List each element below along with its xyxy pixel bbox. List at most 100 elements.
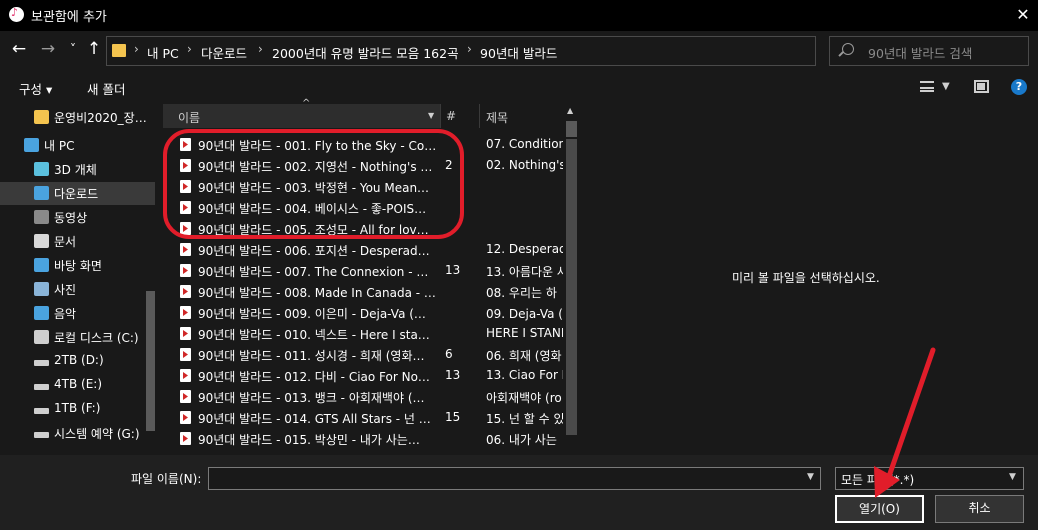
column-filter-icon[interactable]: ▼: [428, 111, 434, 120]
scroll-up-icon[interactable]: ▲: [567, 106, 573, 115]
media-file-icon: [180, 411, 191, 424]
file-row[interactable]: 90년대 발라드 - 014. GTS All Stars - 넌 … 15 15.…: [160, 407, 564, 428]
sidebar-item-label: 바탕 화면: [54, 259, 102, 273]
drive-icon: [34, 408, 49, 414]
breadcrumb-ballad-collection[interactable]: 2000년대 유명 발라드 모음 162곡: [272, 43, 459, 62]
cube-icon: [34, 162, 49, 176]
file-type-dropdown-icon[interactable]: ▼: [1009, 472, 1016, 482]
sidebar-item[interactable]: 3D 개체: [0, 158, 155, 181]
sidebar-item-label: 3D 개체: [54, 163, 97, 177]
media-file-icon: [180, 390, 191, 403]
column-header-number[interactable]: #: [441, 104, 479, 128]
sidebar-item[interactable]: 2TB (D:): [0, 350, 155, 373]
file-row[interactable]: 90년대 발라드 - 013. 뱅크 - 아회재백야 (… 아회재백야 (ro: [160, 386, 564, 407]
breadcrumb-this-pc[interactable]: 내 PC: [147, 43, 179, 62]
file-name: 90년대 발라드 - 014. GTS All Stars - 넌 …: [198, 412, 431, 426]
sidebar-item[interactable]: 시스템 예약 (G:): [0, 422, 155, 445]
arrow-annotation: [874, 347, 936, 498]
search-placeholder[interactable]: 90년대 발라드 검색: [868, 43, 972, 62]
new-folder-button[interactable]: 새 폴더: [87, 79, 125, 98]
file-row[interactable]: 90년대 발라드 - 015. 박상민 - 내가 사는… 06. 내가 사는: [160, 428, 564, 449]
close-button[interactable]: ✕: [1008, 3, 1038, 28]
sidebar-item[interactable]: 바탕 화면: [0, 254, 155, 277]
sidebar-item-label: 내 PC: [44, 139, 75, 153]
file-row[interactable]: 90년대 발라드 - 009. 이은미 - Deja-Va (… 09. Deja…: [160, 302, 564, 323]
file-name: 90년대 발라드 - 013. 뱅크 - 아회재백야 (…: [198, 391, 425, 405]
media-file-icon: [180, 243, 191, 256]
sidebar-item[interactable]: 음악: [0, 302, 155, 325]
breadcrumb-downloads[interactable]: 다운로드: [201, 43, 247, 62]
filename-input[interactable]: ▼: [208, 467, 821, 490]
preview-pane-icon[interactable]: [974, 80, 989, 93]
sidebar-item[interactable]: 동영상: [0, 206, 155, 229]
media-file-icon: [180, 327, 191, 340]
file-row[interactable]: 90년대 발라드 - 011. 성시경 - 희재 (영화… 6 06. 희재 (영화: [160, 344, 564, 365]
sidebar-item[interactable]: 내 PC: [0, 134, 155, 157]
media-file-icon: [180, 306, 191, 319]
track-number: 13: [445, 368, 461, 382]
back-button[interactable]: ←: [9, 39, 29, 59]
sidebar-item[interactable]: 로컬 디스크 (C:): [0, 326, 155, 349]
file-row[interactable]: 90년대 발라드 - 008. Made In Canada - … 08. 우리…: [160, 281, 564, 302]
drive-icon: [34, 384, 49, 390]
sidebar-item-label: 음악: [54, 307, 77, 321]
file-row[interactable]: 90년대 발라드 - 007. The Connexion - … 13 13. 아…: [160, 260, 564, 281]
file-row[interactable]: 90년대 발라드 - 010. 넥스트 - Here I sta… HERE I …: [160, 323, 564, 344]
forward-button[interactable]: →: [38, 39, 58, 59]
sidebar-item-label: 동영상: [54, 211, 88, 225]
recent-locations-button[interactable]: ˅: [63, 39, 83, 59]
music-icon: [34, 306, 49, 320]
file-name: 90년대 발라드 - 015. 박상민 - 내가 사는…: [198, 433, 420, 447]
sidebar-item[interactable]: 1TB (F:): [0, 398, 155, 421]
preview-pane: 미리 볼 파일을 선택하십시오.: [580, 103, 1038, 455]
track-title: 06. 내가 사는: [486, 433, 557, 447]
breadcrumb-separator[interactable]: ›: [134, 42, 139, 56]
sidebar-item[interactable]: 사진: [0, 278, 155, 301]
file-row[interactable]: 90년대 발라드 - 012. 다비 - Ciao For No… 13 13. C…: [160, 365, 564, 386]
pc-icon: [24, 138, 39, 152]
track-title: 09. Deja-Va (인: [486, 307, 564, 321]
file-row[interactable]: 90년대 발라드 - 006. 포지션 - Desperad… 12. Despe…: [160, 239, 564, 260]
organize-button[interactable]: 구성 ▾: [19, 79, 52, 98]
file-name: 90년대 발라드 - 011. 성시경 - 희재 (영화…: [198, 349, 425, 363]
sidebar-item[interactable]: 운영비2020_장…: [0, 106, 155, 129]
track-title: 13. 아름다운 사: [486, 265, 564, 279]
column-header-name[interactable]: ^ 이름 ▼: [163, 98, 440, 128]
column-header-name-label: 이름: [178, 111, 201, 125]
window-title: 보관함에 추가: [31, 10, 107, 25]
view-options-icon[interactable]: [920, 81, 934, 92]
track-title: 12. Desperado: [486, 242, 564, 256]
media-file-icon: [180, 264, 191, 277]
sidebar-item[interactable]: 4TB (E:): [0, 374, 155, 397]
sidebar-item[interactable]: 다운로드: [0, 182, 155, 205]
media-file-icon: [180, 348, 191, 361]
file-name: 90년대 발라드 - 007. The Connexion - …: [198, 265, 429, 279]
file-name: 90년대 발라드 - 012. 다비 - Ciao For No…: [198, 370, 430, 384]
up-button[interactable]: ↑: [84, 39, 104, 59]
column-header-title[interactable]: 제목: [480, 104, 563, 128]
media-file-icon: [180, 369, 191, 382]
sidebar-item[interactable]: 문서: [0, 230, 155, 253]
search-icon: [842, 43, 854, 55]
breadcrumb-separator[interactable]: ›: [187, 42, 192, 56]
navigation-pane: 운영비2020_장… 내 PC 3D 개체다운로드동영상문서바탕 화면사진음악로컬 …: [0, 103, 160, 455]
view-dropdown-icon[interactable]: ▼: [942, 81, 950, 92]
track-number: 13: [445, 263, 461, 277]
navigation-bar: ← → ˅ ↑ › 내 PC › 다운로드 › 2000년대 유명 발라드 모음…: [0, 31, 1038, 71]
file-list-scrollbar[interactable]: ▲: [563, 103, 580, 455]
sort-ascending-icon: ^: [302, 98, 311, 109]
help-icon[interactable]: ?: [1011, 79, 1027, 95]
breadcrumb-90s-ballad[interactable]: 90년대 발라드: [480, 43, 557, 62]
track-title: 아회재백야 (ro: [486, 391, 562, 405]
search-box[interactable]: 90년대 발라드 검색: [829, 36, 1029, 66]
scrollbar-track[interactable]: [566, 139, 577, 435]
track-title: 13. Ciao For N: [486, 368, 564, 382]
sidebar-item-label: 로컬 디스크 (C:): [54, 331, 139, 345]
filename-dropdown-icon[interactable]: ▼: [807, 472, 814, 482]
itunes-icon: [9, 6, 24, 22]
breadcrumb-separator[interactable]: ›: [467, 42, 472, 56]
file-name: 90년대 발라드 - 006. 포지션 - Desperad…: [198, 244, 430, 258]
scrollbar-thumb[interactable]: [566, 121, 577, 137]
address-bar[interactable]: › 내 PC › 다운로드 › 2000년대 유명 발라드 모음 162곡 › …: [106, 36, 905, 66]
breadcrumb-separator[interactable]: ›: [258, 42, 263, 56]
